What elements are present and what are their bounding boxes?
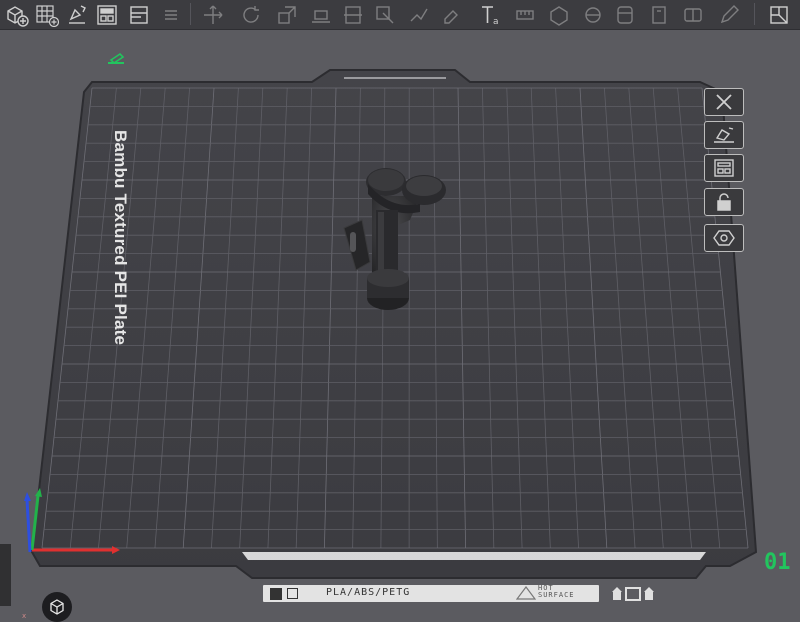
move-icon[interactable]: [200, 2, 226, 27]
axis-x-label: x: [22, 612, 26, 620]
orient-plate-button[interactable]: [704, 121, 744, 149]
orient-icon: [711, 125, 737, 145]
view-cube-button[interactable]: [42, 592, 72, 622]
plate-name-label: Bambu Textured PEI Plate: [100, 130, 130, 340]
variable-layer-icon[interactable]: [580, 2, 606, 27]
lock-plate-button[interactable]: [704, 188, 744, 216]
add-object-icon[interactable]: [4, 2, 30, 27]
modifier-icon[interactable]: [680, 2, 706, 27]
texture-icon: [287, 588, 298, 599]
arrange-icon[interactable]: [94, 2, 120, 27]
lock-icon: [711, 192, 737, 212]
arrange-plate-button[interactable]: [704, 154, 744, 182]
build-plate: [32, 70, 756, 578]
origin-marker-icon: [108, 54, 124, 63]
support-paint-icon[interactable]: [372, 2, 398, 27]
cube-icon: [48, 598, 66, 616]
scale-icon[interactable]: [274, 2, 300, 27]
brim-ear-icon[interactable]: [646, 2, 672, 27]
auto-orient-icon[interactable]: [64, 2, 90, 27]
assembly-icon[interactable]: [546, 2, 572, 27]
lay-on-face-icon[interactable]: [308, 2, 334, 27]
layer-indicator: 01: [764, 550, 791, 575]
ruler-icon[interactable]: [612, 2, 638, 27]
split-icon[interactable]: [126, 2, 152, 27]
top-toolbar: a: [0, 0, 800, 30]
hot-surface-label: HOT SURFACE: [538, 585, 575, 599]
warning-icon: [516, 586, 536, 600]
pencil-icon[interactable]: [716, 2, 742, 27]
assembly-view-icon[interactable]: [766, 2, 792, 27]
rotate-icon[interactable]: [238, 2, 264, 27]
material-compat-label: PLA/ABS/PETG: [326, 587, 410, 598]
text-icon[interactable]: a: [478, 2, 504, 27]
svg-text:a: a: [493, 17, 499, 27]
close-icon: [711, 92, 737, 112]
3d-viewport[interactable]: PLA/ABS/PETG HOT SURFACE Bambu Textured …: [0, 30, 800, 600]
add-plate-icon[interactable]: [34, 2, 60, 27]
close-plate-button[interactable]: [704, 88, 744, 116]
measure-icon[interactable]: [512, 2, 538, 27]
list-icon[interactable]: [158, 2, 184, 27]
plate-settings-button[interactable]: [704, 224, 744, 252]
qr-icon: [270, 588, 282, 600]
cut-icon[interactable]: [340, 2, 366, 27]
color-paint-icon[interactable]: [440, 2, 466, 27]
arrange-icon: [711, 158, 737, 178]
seam-paint-icon[interactable]: [406, 2, 432, 27]
settings-icon: [711, 228, 737, 248]
object-thumbnail[interactable]: [0, 544, 11, 606]
